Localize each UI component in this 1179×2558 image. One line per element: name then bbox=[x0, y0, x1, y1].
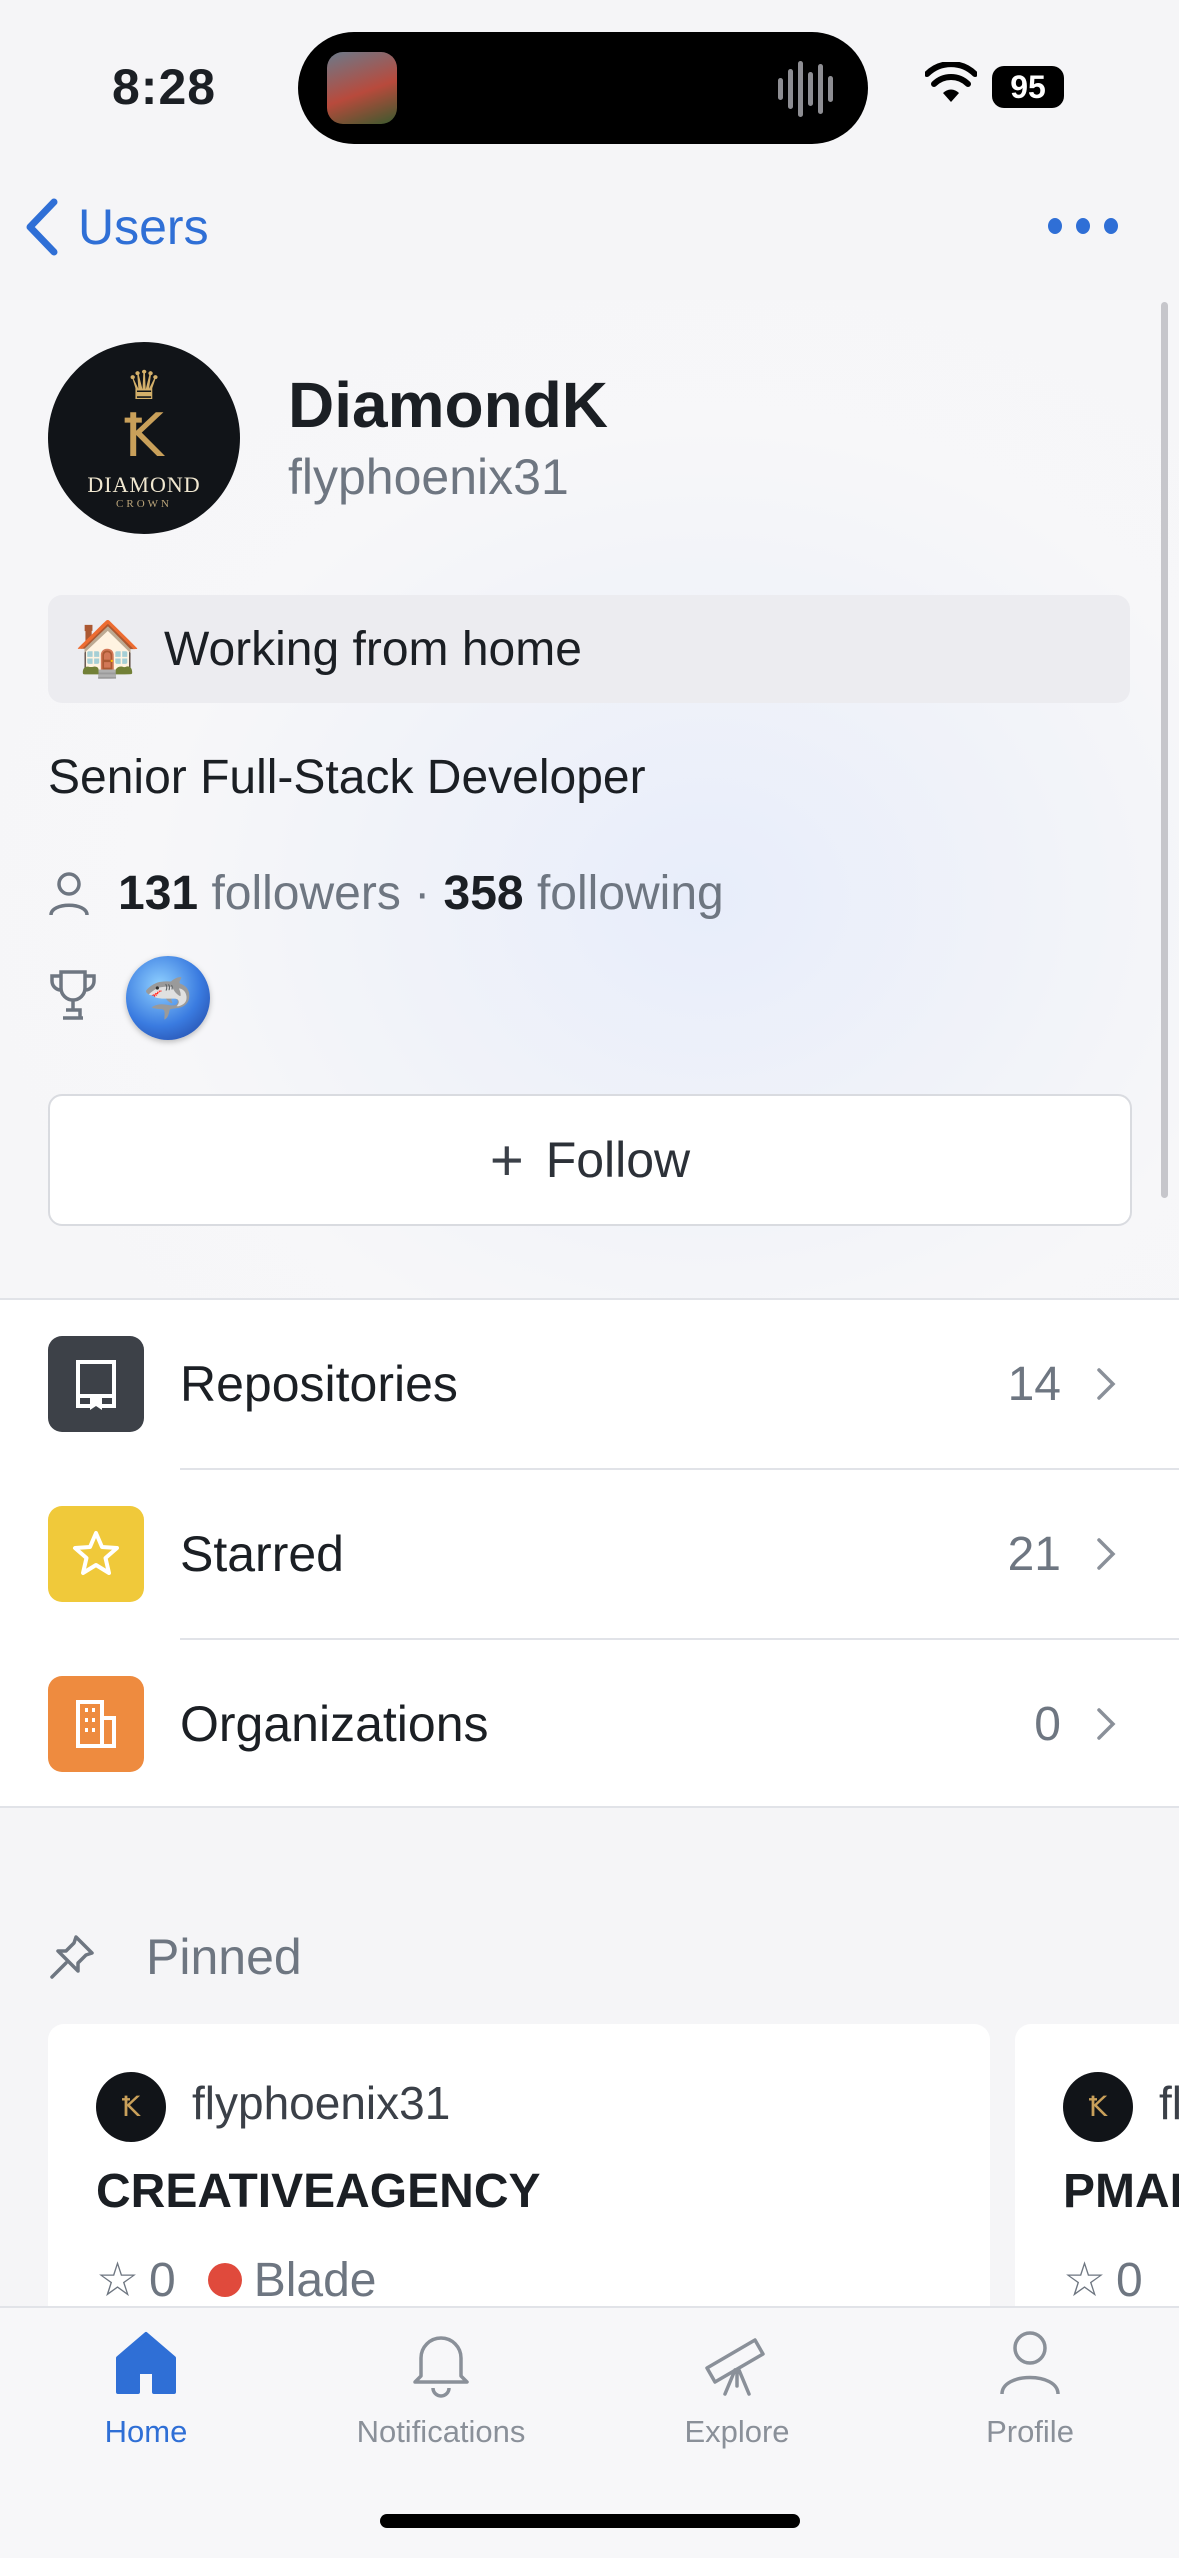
house-icon: 🏠 bbox=[74, 618, 142, 679]
list-item-organizations[interactable]: Organizations 0 bbox=[0, 1640, 1179, 1808]
list-item-count: 21 bbox=[1007, 1527, 1061, 1581]
follow-button-label: Follow bbox=[545, 1132, 691, 1188]
star-icon bbox=[48, 1506, 144, 1602]
tab-home[interactable]: Home bbox=[36, 2324, 256, 2450]
list-item-count: 0 bbox=[1034, 1697, 1061, 1751]
repo-title: CREATIVEAGENCY bbox=[96, 2165, 541, 2218]
username: flyphoenix31 bbox=[288, 449, 569, 505]
audio-waveform-icon bbox=[778, 58, 840, 120]
separator: · bbox=[414, 867, 431, 920]
pinned-heading: Pinned bbox=[146, 1929, 302, 1985]
pinned-repo-card[interactable]: Ꝁ fl PMAI ☆ 0 bbox=[1015, 2024, 1179, 2324]
back-button[interactable]: Users bbox=[22, 196, 209, 258]
followers-count: 131 bbox=[118, 867, 199, 920]
tab-label: Notifications bbox=[356, 2414, 526, 2449]
list-item-label: Organizations bbox=[180, 1696, 489, 1752]
pinned-repo-card[interactable]: Ꝁ flyphoenix31 CREATIVEAGENCY ☆ 0 Blade bbox=[48, 2024, 990, 2324]
list-item-count: 14 bbox=[1007, 1357, 1061, 1411]
status-time: 8:28 bbox=[112, 59, 217, 115]
more-options-button[interactable] bbox=[1048, 214, 1118, 238]
user-status: 🏠 Working from home bbox=[48, 595, 1130, 703]
repo-stars: 0 bbox=[1116, 2253, 1143, 2307]
repo-language: Blade bbox=[253, 2253, 377, 2307]
chevron-right-icon bbox=[1097, 1368, 1116, 1400]
list-item-repositories[interactable]: Repositories 14 bbox=[0, 1300, 1179, 1468]
language-color-dot bbox=[207, 2263, 242, 2297]
achievement-badge[interactable]: 🦈 bbox=[126, 956, 210, 1040]
shark-icon: 🦈 bbox=[143, 976, 193, 1021]
status-text: Working from home bbox=[164, 622, 582, 676]
now-playing-thumbnail bbox=[327, 52, 397, 124]
profile-links-list: Repositories 14 Starred 21 Organizations… bbox=[0, 1298, 1179, 1808]
list-item-starred[interactable]: Starred 21 bbox=[0, 1470, 1179, 1638]
back-button-label: Users bbox=[78, 199, 209, 255]
bio: Senior Full-Stack Developer bbox=[48, 751, 646, 804]
repo-meta: ☆ 0 Blade bbox=[96, 2252, 377, 2308]
trophy-icon bbox=[50, 970, 96, 1020]
avatar-monogram: Ꝁ bbox=[124, 403, 164, 469]
list-item-label: Starred bbox=[180, 1526, 344, 1582]
star-icon: ☆ bbox=[96, 2254, 140, 2307]
repo-icon bbox=[48, 1336, 144, 1432]
pin-icon bbox=[50, 1935, 94, 1979]
repo-owner: flyphoenix31 bbox=[192, 2077, 451, 2129]
followers-label[interactable]: followers bbox=[211, 866, 400, 921]
person-icon bbox=[1000, 2331, 1060, 2395]
tab-explore[interactable]: Explore bbox=[627, 2324, 847, 2450]
chevron-right-icon bbox=[1097, 1538, 1116, 1570]
telescope-icon bbox=[705, 2338, 765, 2396]
scrollbar[interactable] bbox=[1161, 302, 1168, 1198]
star-icon: ☆ bbox=[1063, 2254, 1107, 2307]
avatar[interactable]: ♛ Ꝁ DIAMOND CROWN bbox=[48, 342, 240, 534]
following-count: 358 bbox=[443, 867, 524, 920]
follow-button[interactable]: + Follow bbox=[48, 1094, 1132, 1226]
bell-icon bbox=[413, 2336, 469, 2398]
battery-indicator: 95 bbox=[992, 66, 1064, 108]
avatar-brand: DIAMOND bbox=[87, 472, 201, 497]
organization-icon bbox=[48, 1676, 144, 1772]
pinned-section-header: Pinned bbox=[48, 1928, 302, 1986]
repo-meta: ☆ 0 bbox=[1063, 2252, 1143, 2308]
home-icon bbox=[116, 2332, 176, 2394]
person-icon bbox=[49, 871, 89, 916]
repo-title: PMAI bbox=[1063, 2165, 1179, 2218]
ellipsis-icon bbox=[1048, 218, 1062, 234]
tab-notifications[interactable]: Notifications bbox=[331, 2324, 551, 2450]
crown-icon: ♛ bbox=[126, 364, 162, 408]
owner-avatar: Ꝁ bbox=[1063, 2072, 1133, 2142]
chevron-right-icon bbox=[1097, 1708, 1116, 1740]
list-item-label: Repositories bbox=[180, 1356, 458, 1412]
follow-stats[interactable]: 131 followers · 358 following bbox=[48, 866, 724, 921]
chevron-left-icon bbox=[26, 198, 58, 256]
following-label[interactable]: following bbox=[537, 866, 724, 921]
tab-label: Home bbox=[104, 2414, 188, 2449]
repo-stars: 0 bbox=[149, 2253, 176, 2307]
tab-label: Profile bbox=[986, 2414, 1074, 2449]
wifi-icon bbox=[925, 62, 977, 102]
tab-profile[interactable]: Profile bbox=[920, 2324, 1140, 2450]
owner-avatar: Ꝁ bbox=[96, 2072, 166, 2142]
home-indicator bbox=[380, 2514, 800, 2528]
avatar-brand-sub: CROWN bbox=[116, 498, 172, 510]
display-name: DiamondK bbox=[288, 369, 608, 441]
plus-icon: + bbox=[489, 1127, 524, 1193]
tab-label: Explore bbox=[684, 2414, 790, 2449]
repo-owner: fl bbox=[1159, 2077, 1179, 2129]
